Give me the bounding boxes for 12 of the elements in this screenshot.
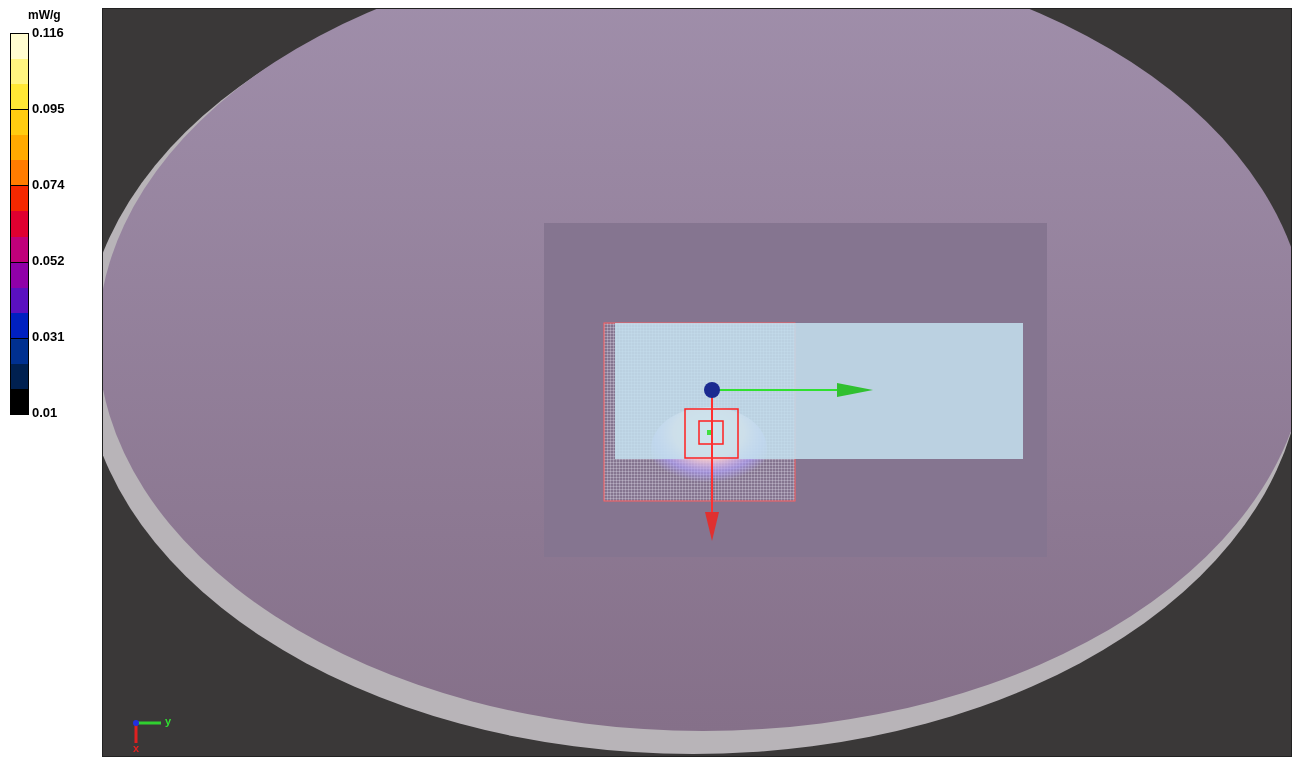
scale-tick-label: 0.116 [32, 26, 65, 40]
unit-label: mW/g [28, 8, 62, 22]
scale-tick-label: 0.074 [32, 178, 65, 192]
scale-tick-label: 0.031 [32, 330, 65, 344]
x-axis-label: x [133, 742, 140, 754]
axes-triad-drawing [133, 720, 161, 743]
y-axis-label: y [165, 715, 172, 727]
scale-tick-label: 0.052 [32, 254, 65, 268]
scale-tick-label: 0.01 [32, 406, 59, 420]
probe-sphere [704, 382, 720, 398]
scale-tick-label: 0.095 [32, 102, 65, 116]
zoom-scan-squares-drawing [684, 408, 739, 459]
